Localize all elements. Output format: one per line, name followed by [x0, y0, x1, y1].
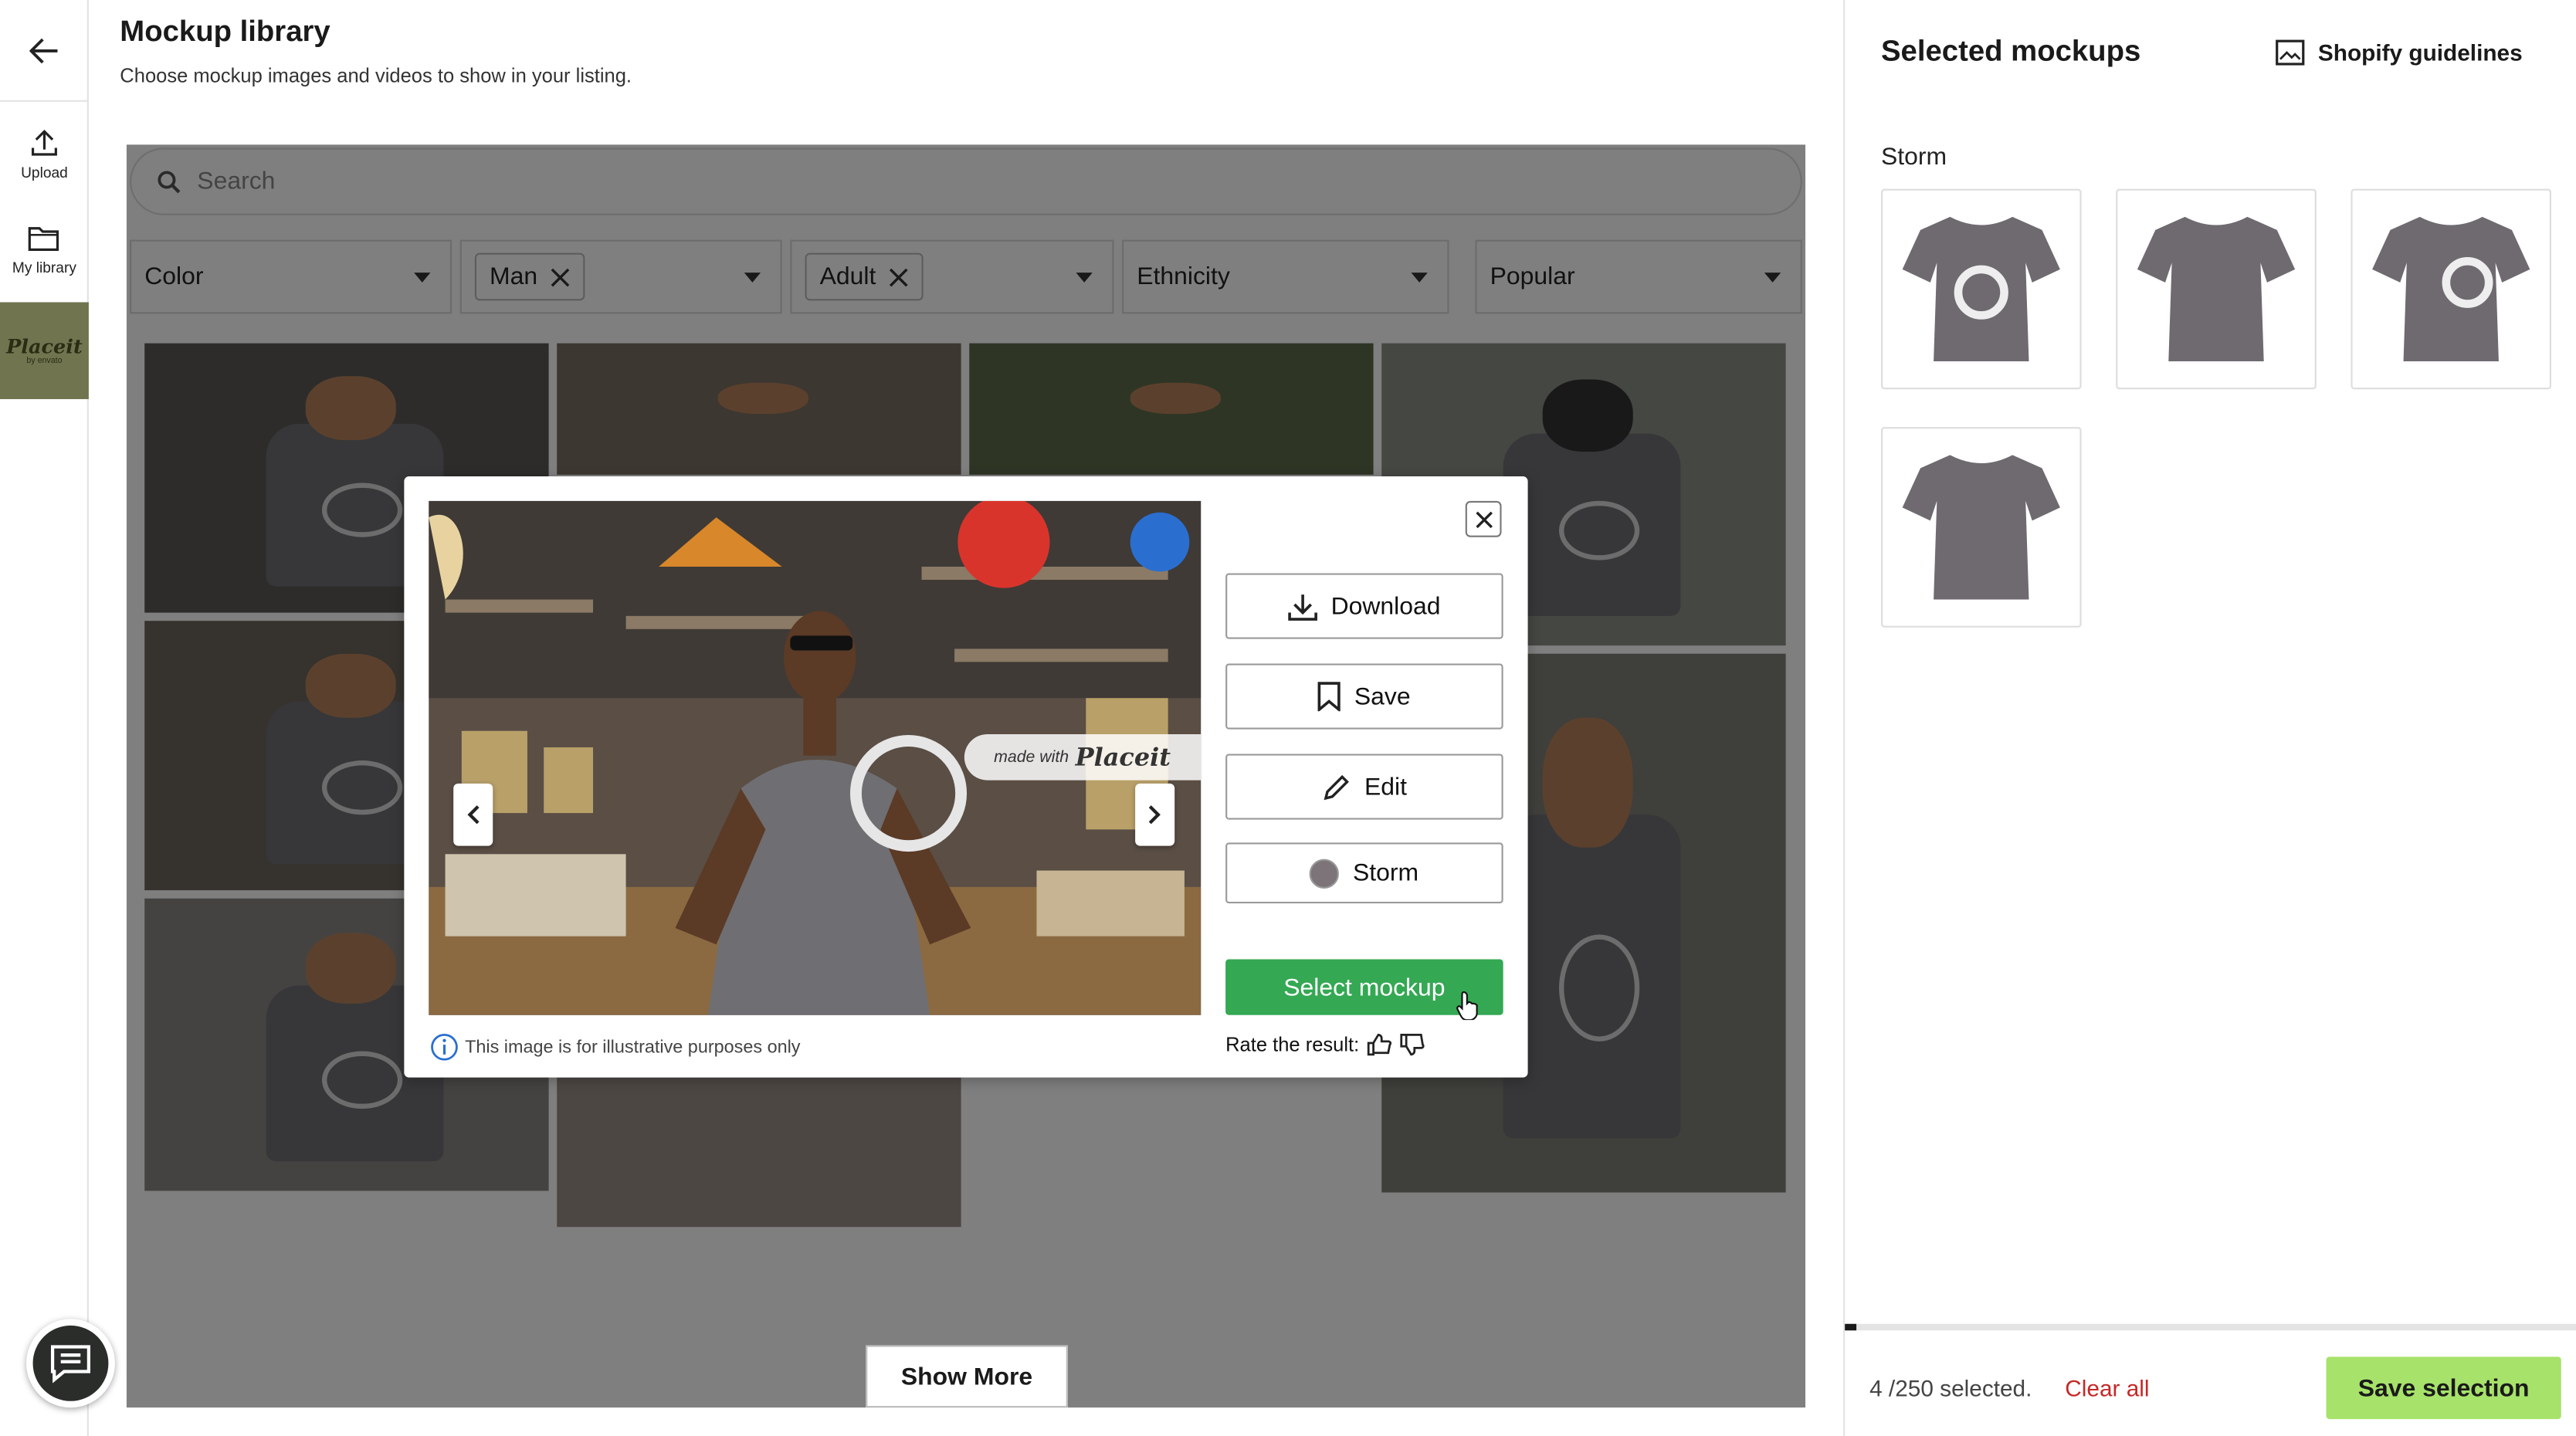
mockup-preview-modal: made with Placeit Download Save Edit Sto… [404, 476, 1528, 1078]
show-more-button[interactable]: Show More [866, 1345, 1068, 1408]
group-label: Storm [1880, 143, 1947, 171]
color-swatch [1310, 858, 1340, 888]
thumbs-down-icon[interactable] [1400, 1033, 1425, 1056]
chat-button[interactable] [26, 1319, 115, 1408]
download-label: Download [1330, 591, 1441, 621]
watermark-prefix: made with [994, 748, 1069, 767]
next-image-button[interactable] [1135, 783, 1175, 846]
selection-count: 4 /250 selected. [1869, 1374, 2032, 1401]
close-modal-button[interactable] [1465, 500, 1502, 537]
chevron-left-icon [467, 805, 480, 825]
watermark: made with Placeit [964, 733, 1202, 781]
tshirt-icon [2137, 216, 2296, 362]
selected-mockup-thumb[interactable] [2116, 188, 2317, 390]
page-subtitle: Choose mockup images and videos to show … [120, 63, 632, 87]
page-title: Mockup library [120, 15, 330, 48]
back-button[interactable] [0, 0, 89, 102]
arrow-left-icon [29, 37, 58, 63]
watermark-brand: Placeit [1075, 742, 1171, 772]
selection-progress-bar [1845, 1323, 2576, 1331]
upload-label: Upload [21, 164, 68, 181]
folder-icon [28, 227, 59, 251]
pencil-icon [1323, 774, 1349, 801]
edit-button[interactable]: Edit [1225, 754, 1503, 820]
placeit-logo[interactable]: Placeit by envato [0, 302, 89, 399]
left-rail: Upload My library Placeit by envato [0, 0, 89, 1436]
chevron-right-icon [1148, 805, 1161, 825]
tshirt-icon [2372, 216, 2530, 362]
guidelines-label: Shopify guidelines [2317, 39, 2523, 66]
rate-result: Rate the result: [1225, 1033, 1425, 1056]
logo-subtext: by envato [26, 355, 63, 366]
download-icon [1288, 594, 1318, 620]
save-button[interactable]: Save [1225, 663, 1503, 730]
thumbs-up-icon[interactable] [1368, 1033, 1392, 1056]
selected-mockup-thumb[interactable] [2351, 188, 2552, 390]
rate-label: Rate the result: [1225, 1033, 1360, 1056]
prev-image-button[interactable] [453, 783, 493, 846]
note-text: This image is for illustrative purposes … [465, 1037, 801, 1058]
upload-icon [31, 129, 57, 156]
tshirt-icon [1902, 455, 2060, 600]
selected-mockup-thumb[interactable] [1880, 427, 2082, 628]
progress-fill [1845, 1323, 1857, 1331]
color-label: Storm [1352, 859, 1419, 887]
clear-all-link[interactable]: Clear all [2065, 1375, 2149, 1401]
edit-label: Edit [1364, 772, 1408, 801]
mockup-preview-image: made with Placeit [429, 500, 1202, 1015]
selected-mockup-thumb[interactable] [1880, 188, 2082, 390]
shopify-guidelines-link[interactable]: Shopify guidelines [2276, 39, 2523, 66]
bookmark-icon [1318, 682, 1341, 712]
illustrative-note: This image is for illustrative purposes … [430, 1033, 801, 1061]
info-icon [431, 1033, 458, 1061]
my-library-label: My library [12, 259, 76, 276]
color-selector-button[interactable]: Storm [1225, 842, 1503, 904]
save-selection-button[interactable]: Save selection [2326, 1356, 2561, 1420]
save-label: Save [1354, 682, 1411, 711]
image-icon [2276, 39, 2305, 66]
selected-mockups-panel: Selected mockups Shopify guidelines Stor… [1843, 0, 2576, 1436]
download-button[interactable]: Download [1225, 573, 1503, 639]
my-library-button[interactable]: My library [0, 225, 89, 276]
tshirt-icon [1902, 216, 2060, 362]
close-icon [1475, 510, 1492, 528]
chat-icon [50, 1345, 91, 1384]
panel-title: Selected mockups [1880, 34, 2141, 68]
hand-cursor-icon [1456, 991, 1478, 1021]
upload-button[interactable]: Upload [0, 128, 89, 181]
logo-text: Placeit [6, 334, 83, 357]
